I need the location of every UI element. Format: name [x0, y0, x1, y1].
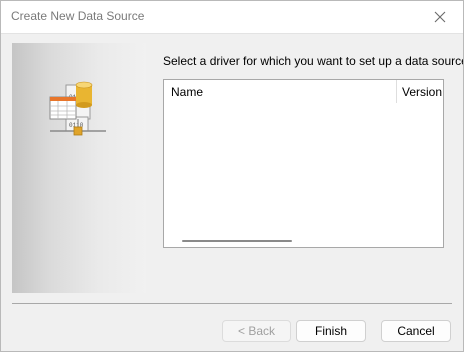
back-button[interactable]: < Back — [222, 320, 291, 342]
close-button[interactable] — [417, 1, 463, 33]
column-header-version[interactable]: Version — [402, 85, 442, 99]
column-header-name[interactable]: Name — [171, 85, 203, 99]
cancel-button[interactable]: Cancel — [381, 320, 451, 342]
window-title: Create New Data Source — [11, 9, 145, 23]
wizard-side-panel: 0110 0110 0110 — [12, 43, 146, 293]
database-document-icon: 0110 0110 0110 — [49, 81, 106, 136]
horizontal-scrollbar[interactable] — [164, 235, 443, 247]
close-icon — [434, 11, 446, 23]
scrollbar-thumb[interactable] — [182, 240, 292, 242]
title-bar: Create New Data Source — [1, 1, 463, 34]
list-header: Name Version — [164, 80, 443, 103]
driver-list[interactable]: Name Version — [163, 79, 444, 248]
create-new-data-source-dialog: Create New Data Source 0110 0110 0110 — [0, 0, 464, 352]
column-divider[interactable] — [396, 80, 397, 103]
finish-button[interactable]: Finish — [296, 320, 366, 342]
button-separator — [12, 303, 452, 304]
instruction-text: Select a driver for which you want to se… — [163, 54, 464, 68]
